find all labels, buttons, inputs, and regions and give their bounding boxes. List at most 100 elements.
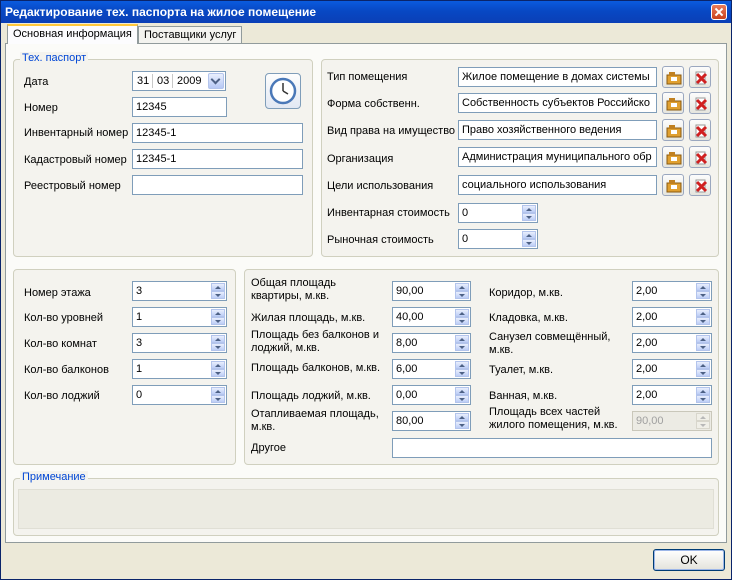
bathroom-stepper[interactable]: 2,00 xyxy=(632,385,712,405)
spin-down-icon[interactable] xyxy=(696,317,710,325)
spin-down-icon[interactable] xyxy=(522,239,536,247)
registry-number-input[interactable] xyxy=(132,175,303,195)
inventory-number-label: Инвентарный номер xyxy=(24,127,129,139)
corridor-label: Коридор, м.кв. xyxy=(489,287,563,299)
storage-stepper[interactable]: 2,00 xyxy=(632,307,712,327)
all-parts-area-stepper: 90,00 xyxy=(632,411,712,431)
spin-up-icon[interactable] xyxy=(455,283,469,291)
folder-icon xyxy=(666,125,682,138)
spin-down-icon[interactable] xyxy=(696,291,710,299)
spin-down-icon[interactable] xyxy=(455,343,469,351)
market-cost-label: Рыночная стоимость xyxy=(327,234,434,246)
balconies-stepper[interactable]: 1 xyxy=(132,359,227,379)
tab-service-providers[interactable]: Поставщики услуг xyxy=(138,26,243,44)
balcony-area-value: 6,00 xyxy=(396,363,418,375)
spin-down-icon[interactable] xyxy=(696,395,710,403)
select-ownership-button[interactable] xyxy=(662,92,684,114)
combined-bathroom-stepper[interactable]: 2,00 xyxy=(632,333,712,353)
note-textarea[interactable] xyxy=(18,489,714,529)
date-year[interactable]: 2009 xyxy=(177,75,201,87)
spin-down-icon[interactable] xyxy=(211,317,225,325)
other-input[interactable] xyxy=(392,438,712,458)
clear-ownership-button[interactable] xyxy=(689,92,711,114)
spin-up-icon[interactable] xyxy=(696,283,710,291)
spin-down-icon[interactable] xyxy=(455,369,469,377)
select-purpose-button[interactable] xyxy=(662,174,684,196)
spin-down-icon[interactable] xyxy=(211,343,225,351)
spin-up-icon[interactable] xyxy=(211,335,225,343)
spin-up-icon[interactable] xyxy=(455,309,469,317)
spin-up-icon[interactable] xyxy=(455,335,469,343)
ownership-input[interactable]: Собственность субъектов Российско xyxy=(458,93,657,113)
select-property-right-button[interactable] xyxy=(662,119,684,141)
spin-up-icon[interactable] xyxy=(696,387,710,395)
spin-up-icon[interactable] xyxy=(455,387,469,395)
market-cost-stepper[interactable]: 0 xyxy=(458,229,538,249)
spin-up-icon[interactable] xyxy=(522,231,536,239)
spin-up-icon[interactable] xyxy=(696,309,710,317)
spin-down-icon[interactable] xyxy=(211,395,225,403)
spin-down-icon[interactable] xyxy=(696,343,710,351)
inventory-number-input[interactable]: 12345-1 xyxy=(132,123,303,143)
spin-up-icon[interactable] xyxy=(211,387,225,395)
floor-number-stepper[interactable]: 3 xyxy=(132,281,227,301)
spin-down-icon[interactable] xyxy=(211,369,225,377)
spin-down-icon[interactable] xyxy=(455,421,469,429)
ownership-label: Форма собственн. xyxy=(327,98,420,110)
date-picker[interactable]: 31 03 2009 xyxy=(132,71,226,91)
balconies-label: Кол-во балконов xyxy=(24,364,109,376)
balcony-area-stepper[interactable]: 6,00 xyxy=(392,359,471,379)
purpose-input[interactable]: социального использования xyxy=(458,175,657,195)
balconies-value: 1 xyxy=(136,363,143,375)
toilet-stepper[interactable]: 2,00 xyxy=(632,359,712,379)
spin-up-icon[interactable] xyxy=(211,283,225,291)
area-without-balconies-stepper[interactable]: 8,00 xyxy=(392,333,471,353)
select-room-type-button[interactable] xyxy=(662,66,684,88)
date-day[interactable]: 31 xyxy=(137,75,149,87)
total-area-value: 90,00 xyxy=(396,285,424,297)
number-input[interactable]: 12345 xyxy=(132,97,227,117)
spin-down-icon[interactable] xyxy=(211,291,225,299)
date-month[interactable]: 03 xyxy=(157,75,169,87)
loggia-area-stepper[interactable]: 0,00 xyxy=(392,385,471,405)
close-icon[interactable] xyxy=(711,4,727,20)
rooms-stepper[interactable]: 3 xyxy=(132,333,227,353)
spin-up-icon[interactable] xyxy=(211,309,225,317)
spin-up-icon[interactable] xyxy=(522,205,536,213)
spin-down-icon[interactable] xyxy=(455,291,469,299)
total-area-stepper[interactable]: 90,00 xyxy=(392,281,471,301)
clear-organization-button[interactable] xyxy=(689,146,711,168)
spin-up-icon[interactable] xyxy=(211,361,225,369)
select-organization-button[interactable] xyxy=(662,146,684,168)
heated-area-value: 80,00 xyxy=(396,415,424,427)
organization-input[interactable]: Администрация муниципального обр xyxy=(458,147,657,167)
tab-main-info[interactable]: Основная информация xyxy=(7,24,138,44)
clear-property-right-button[interactable] xyxy=(689,119,711,141)
room-type-input[interactable]: Жилое помещение в домах системы xyxy=(458,67,657,87)
spin-down-icon[interactable] xyxy=(455,317,469,325)
inventory-cost-stepper[interactable]: 0 xyxy=(458,203,538,223)
living-area-stepper[interactable]: 40,00 xyxy=(392,307,471,327)
clear-purpose-button[interactable] xyxy=(689,174,711,196)
inventory-cost-value: 0 xyxy=(462,207,469,219)
ok-button[interactable]: OK xyxy=(653,549,725,571)
levels-stepper[interactable]: 1 xyxy=(132,307,227,327)
loggias-label: Кол-во лоджий xyxy=(24,390,100,402)
spin-up-icon[interactable] xyxy=(696,335,710,343)
spin-up-icon[interactable] xyxy=(696,361,710,369)
spin-up-icon[interactable] xyxy=(455,361,469,369)
current-date-button[interactable] xyxy=(265,73,301,109)
spin-down-icon[interactable] xyxy=(522,213,536,221)
property-right-input[interactable]: Право хозяйственного ведения xyxy=(458,120,657,140)
corridor-stepper[interactable]: 2,00 xyxy=(632,281,712,301)
clear-room-type-button[interactable] xyxy=(689,66,711,88)
spin-up-icon[interactable] xyxy=(455,413,469,421)
spin-down-icon[interactable] xyxy=(455,395,469,403)
chevron-down-icon[interactable] xyxy=(208,73,224,89)
loggias-stepper[interactable]: 0 xyxy=(132,385,227,405)
cadastral-number-input[interactable]: 12345-1 xyxy=(132,149,303,169)
folder-icon xyxy=(666,72,682,85)
spin-down-icon[interactable] xyxy=(696,369,710,377)
heated-area-stepper[interactable]: 80,00 xyxy=(392,411,471,431)
window-title: Редактирование тех. паспорта на жилое по… xyxy=(5,5,317,19)
